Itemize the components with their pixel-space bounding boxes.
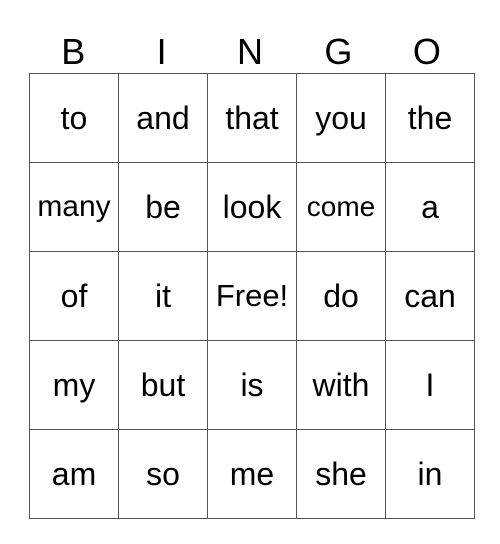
header-letter-o: O: [412, 31, 441, 72]
grid-row: my but is with I: [29, 340, 475, 430]
grid-row: am so me she in: [29, 429, 475, 519]
header-letter-b: B: [61, 31, 86, 72]
bingo-cell[interactable]: but: [118, 340, 208, 430]
header-letter-n: N: [237, 31, 264, 72]
bingo-cell[interactable]: she: [296, 429, 386, 519]
bingo-cell[interactable]: so: [118, 429, 208, 519]
grid-row: of it Free! do can: [29, 251, 475, 341]
bingo-cell[interactable]: of: [29, 251, 119, 341]
bingo-cell[interactable]: come: [296, 162, 386, 252]
bingo-cell[interactable]: the: [385, 73, 475, 163]
bingo-cell[interactable]: be: [118, 162, 208, 252]
bingo-grid: to and that you the many be look come a …: [29, 73, 475, 519]
grid-row: many be look come a: [29, 162, 475, 252]
bingo-cell[interactable]: is: [207, 340, 297, 430]
bingo-cell[interactable]: and: [118, 73, 208, 163]
bingo-cell[interactable]: you: [296, 73, 386, 163]
bingo-cell[interactable]: to: [29, 73, 119, 163]
bingo-header: B I N G O: [29, 30, 471, 74]
bingo-cell[interactable]: in: [385, 429, 475, 519]
free-space-cell[interactable]: Free!: [207, 251, 297, 341]
bingo-cell[interactable]: my: [29, 340, 119, 430]
bingo-cell[interactable]: I: [385, 340, 475, 430]
bingo-cell[interactable]: that: [207, 73, 297, 163]
bingo-cell[interactable]: do: [296, 251, 386, 341]
bingo-cell[interactable]: many: [29, 162, 119, 252]
bingo-cell[interactable]: with: [296, 340, 386, 430]
grid-row: to and that you the: [29, 73, 475, 163]
bingo-cell[interactable]: look: [207, 162, 297, 252]
header-letter-g: G: [324, 31, 353, 72]
bingo-cell[interactable]: me: [207, 429, 297, 519]
bingo-cell[interactable]: a: [385, 162, 475, 252]
header-letter-i: I: [156, 31, 167, 72]
bingo-cell[interactable]: am: [29, 429, 119, 519]
bingo-cell[interactable]: it: [118, 251, 208, 341]
bingo-cell[interactable]: can: [385, 251, 475, 341]
